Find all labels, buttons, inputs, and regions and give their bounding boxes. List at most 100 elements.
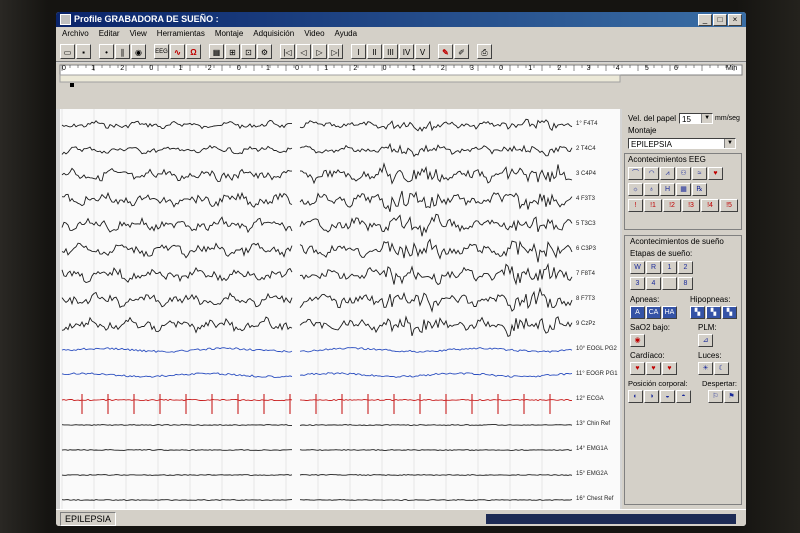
plm-label: PLM: bbox=[698, 323, 717, 332]
medication-icon[interactable]: ℞ bbox=[692, 183, 707, 196]
heart-icon[interactable]: ♥ bbox=[630, 362, 645, 375]
step-back-icon[interactable]: ◁ bbox=[296, 43, 311, 59]
leg-movement-icon[interactable]: ⊿ bbox=[698, 334, 713, 347]
ruler-tick-label: 0 bbox=[295, 65, 300, 72]
position-supine-icon[interactable]: ◐ bbox=[628, 390, 643, 403]
paper-speed-value: 15 bbox=[682, 115, 691, 124]
photic-icon[interactable]: ☼ bbox=[628, 183, 643, 196]
eeg-button[interactable]: EEG bbox=[154, 43, 169, 59]
annotation-icon[interactable]: ✎ bbox=[438, 43, 453, 59]
print-icon[interactable]: ⎙ bbox=[477, 43, 492, 59]
apnea-obstructive-button[interactable]: A bbox=[630, 306, 645, 319]
apnea-mixed-button[interactable]: HA bbox=[662, 306, 677, 319]
channel-group-4-button[interactable]: IV bbox=[399, 43, 414, 59]
zoom-icon[interactable]: ⊡ bbox=[241, 43, 256, 59]
channel-group-1-button[interactable]: I bbox=[351, 43, 366, 59]
light-on-icon[interactable]: ☀ bbox=[698, 362, 713, 375]
light-off-icon[interactable]: ☾ bbox=[714, 362, 729, 375]
apnea-central-button[interactable]: CA bbox=[646, 306, 661, 319]
event-4-button[interactable]: !4 bbox=[701, 199, 719, 212]
channel-group-2-button[interactable]: II bbox=[367, 43, 382, 59]
menu-editar[interactable]: Editar bbox=[99, 27, 120, 41]
artifact-icon[interactable]: ≈ bbox=[692, 167, 707, 180]
channel-group-5-button[interactable]: V bbox=[415, 43, 430, 59]
trace-line bbox=[61, 398, 573, 402]
channel-label: 7 F8T4 bbox=[576, 271, 596, 277]
channel-label: 15° EMG2A bbox=[576, 471, 608, 477]
channel-label: 1° F4T4 bbox=[576, 121, 598, 127]
spike-icon[interactable]: ⌒ bbox=[628, 167, 643, 180]
record-icon[interactable]: ◉ bbox=[131, 43, 146, 59]
stage-2-button[interactable]: 2 bbox=[678, 261, 693, 274]
settings-icon[interactable]: ⚙ bbox=[257, 43, 272, 59]
save-icon[interactable]: ▪ bbox=[76, 43, 91, 59]
event-5-button[interactable]: !5 bbox=[720, 199, 738, 212]
spike-wave-icon[interactable]: ⩘ bbox=[660, 167, 675, 180]
stage-r-button[interactable]: R bbox=[646, 261, 661, 274]
menu-ayuda[interactable]: Ayuda bbox=[335, 27, 358, 41]
desaturation-icon[interactable]: ◉ bbox=[630, 334, 645, 347]
sleep-events-label: Acontecimientos de sueño bbox=[630, 237, 724, 246]
event-1-button[interactable]: !1 bbox=[644, 199, 662, 212]
time-ruler[interactable]: 0 1 2 0 1 2 0 1 0 1 2 0 1 2 3 0 1 2 3 4 5 6 Min bbox=[56, 63, 746, 109]
scale-icon[interactable]: ⊞ bbox=[225, 43, 240, 59]
heart-icon[interactable]: ♥ bbox=[662, 362, 677, 375]
position-right-icon[interactable]: ◓ bbox=[676, 390, 691, 403]
marker-icon[interactable]: • bbox=[99, 43, 114, 59]
event-2-button[interactable]: !2 bbox=[663, 199, 681, 212]
hyperventilation-icon[interactable]: H bbox=[660, 183, 675, 196]
stage-w-button[interactable]: W bbox=[630, 261, 645, 274]
stage-3-button[interactable]: 3 bbox=[630, 277, 645, 290]
position-left-icon[interactable]: ◑ bbox=[644, 390, 659, 403]
play-icon[interactable]: ▷ bbox=[312, 43, 327, 59]
grid-event-icon[interactable]: ▦ bbox=[676, 183, 691, 196]
ruler-tick-label: 2 bbox=[353, 65, 358, 72]
sleep-stages-row-2: 3 4 8 bbox=[630, 277, 694, 290]
menu-view[interactable]: View bbox=[130, 27, 147, 41]
heart-icon[interactable]: ♥ bbox=[646, 362, 661, 375]
exclamation-icon[interactable]: ! bbox=[628, 199, 643, 212]
pause-icon[interactable]: ∥ bbox=[115, 43, 130, 59]
menu-adquisicion[interactable]: Adquisición bbox=[253, 27, 294, 41]
skip-end-icon[interactable]: ▷| bbox=[328, 43, 343, 59]
sao2-row: ◉ bbox=[630, 334, 646, 347]
stage-blank-button[interactable] bbox=[662, 277, 677, 290]
minimize-button[interactable]: _ bbox=[698, 14, 712, 26]
paper-speed-dropdown[interactable]: 15 ▼ bbox=[679, 113, 714, 124]
event-3-button[interactable]: !3 bbox=[682, 199, 700, 212]
stage-4-button[interactable]: 4 bbox=[646, 277, 661, 290]
stage-1-button[interactable]: 1 bbox=[662, 261, 677, 274]
sharp-wave-icon[interactable]: ◠ bbox=[644, 167, 659, 180]
maximize-button[interactable]: □ bbox=[713, 14, 727, 26]
arousal-icon[interactable]: ⚐ bbox=[708, 390, 723, 403]
lights-row: ☀ ☾ bbox=[698, 362, 730, 375]
menu-herramientas[interactable]: Herramientas bbox=[157, 27, 205, 41]
arousal-end-icon[interactable]: ⚑ bbox=[724, 390, 739, 403]
close-button[interactable]: × bbox=[728, 14, 742, 26]
menu-archivo[interactable]: Archivo bbox=[62, 27, 89, 41]
stage-8-button[interactable]: 8 bbox=[678, 277, 693, 290]
hypopnea-3-icon[interactable]: ▚ bbox=[722, 306, 737, 319]
montage-dropdown[interactable]: EPILEPSIA ▼ bbox=[628, 138, 736, 149]
channel-group-3-button[interactable]: III bbox=[383, 43, 398, 59]
impedance-button[interactable]: Ω bbox=[186, 43, 201, 59]
signal-trace-area[interactable]: 1° F4T4 2 T4C4 3 C4P4 4 F3T3 5 T3C3 6 C3P3 7 F… bbox=[60, 109, 620, 509]
bulb-icon[interactable]: ♁ bbox=[644, 183, 659, 196]
heart-icon[interactable]: ♥ bbox=[708, 167, 723, 180]
skip-start-icon[interactable]: |◁ bbox=[280, 43, 295, 59]
signal-traces bbox=[61, 109, 573, 509]
menu-montaje[interactable]: Montaje bbox=[215, 27, 243, 41]
grid-icon[interactable]: ▦ bbox=[209, 43, 224, 59]
trace-line bbox=[61, 372, 573, 378]
seizure-icon[interactable]: ⚇ bbox=[676, 167, 691, 180]
position-prone-icon[interactable]: ◒ bbox=[660, 390, 675, 403]
hypopnea-1-icon[interactable]: ▚ bbox=[690, 306, 705, 319]
trace-line bbox=[61, 315, 573, 338]
open-file-icon[interactable]: ▭ bbox=[60, 43, 75, 59]
menu-video[interactable]: Video bbox=[304, 27, 324, 41]
note-icon[interactable]: ✐ bbox=[454, 43, 469, 59]
paper-speed-row: Vel. del papel 15 ▼ mm/seg bbox=[628, 113, 740, 124]
apneas-row: A CA HA bbox=[630, 306, 678, 319]
hypopnea-2-icon[interactable]: ▚ bbox=[706, 306, 721, 319]
filter-icon[interactable]: ∿ bbox=[170, 43, 185, 59]
